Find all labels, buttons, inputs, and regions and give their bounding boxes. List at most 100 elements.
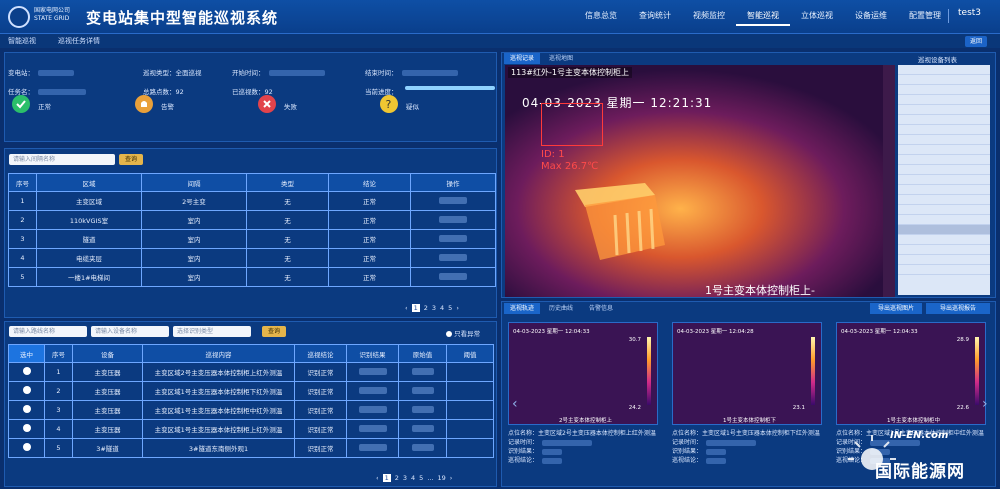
nav-smart-patrol[interactable]: 智能巡视	[736, 10, 790, 26]
export-report-button[interactable]: 导出巡视报告	[926, 303, 990, 314]
question-icon: ?	[380, 95, 398, 113]
row-action[interactable]	[410, 191, 496, 211]
nav-query-stats[interactable]: 查询统计	[628, 10, 682, 26]
table-row[interactable]: 1 主变区域 2号主变无正常	[8, 191, 496, 211]
table-row[interactable]: 3 隧道 室内无正常	[8, 229, 496, 249]
next-page-icon[interactable]: ›	[450, 474, 453, 482]
tab-patrol-map[interactable]: 巡视地图	[543, 53, 579, 64]
tab-patrol-track[interactable]: 巡视轨迹	[504, 303, 540, 314]
row-action[interactable]	[410, 210, 496, 230]
list-item[interactable]	[898, 205, 990, 215]
start-time-field: 开始时间：	[232, 67, 325, 77]
table-row[interactable]: 2 110kVGIS室 室内无正常	[8, 210, 496, 230]
table-row[interactable]: 1 主变压器 主变区域2号主变压器本体控制柜上红外测温 识别正常	[8, 362, 494, 382]
back-button[interactable]: 返回	[965, 36, 987, 47]
col-header: 巡视结论	[294, 344, 347, 363]
nav-equipment-ops[interactable]: 设备运维	[844, 10, 898, 26]
list-item[interactable]	[898, 115, 990, 125]
export-images-button[interactable]: 导出巡视图片	[870, 303, 922, 314]
tab-alarm-info[interactable]: 告警信息	[583, 303, 619, 314]
list-item[interactable]	[898, 85, 990, 95]
table-row[interactable]: 5 一楼1#电梯间 室内无正常	[8, 267, 496, 287]
table-row[interactable]: 5 3#隧道 3#隧道东南侧外观1 识别正常	[8, 438, 494, 458]
list-item[interactable]	[898, 65, 990, 75]
row-action[interactable]	[410, 248, 496, 268]
point-query-button[interactable]: 查询	[262, 326, 286, 337]
divider	[948, 9, 949, 23]
row-action[interactable]	[410, 267, 496, 287]
breadcrumb-bar: 智能巡视 巡视任务详情 返回	[0, 34, 1000, 48]
row-select-radio[interactable]	[8, 400, 45, 420]
page-button[interactable]: 2	[424, 304, 428, 312]
next-page-icon[interactable]: ›	[456, 304, 459, 312]
list-item[interactable]	[898, 215, 990, 225]
list-item-selected[interactable]	[898, 225, 990, 235]
page-ellipsis: ...	[427, 474, 434, 482]
table-row[interactable]: 4 电缆夹层 室内无正常	[8, 248, 496, 268]
breadcrumb-task-detail[interactable]: 巡视任务详情	[58, 36, 100, 46]
list-item[interactable]	[898, 255, 990, 265]
carousel-prev-icon[interactable]: ‹	[512, 396, 518, 412]
col-header: 巡视内容	[142, 344, 295, 363]
check-icon	[12, 95, 30, 113]
nav-3d-patrol[interactable]: 立体巡视	[790, 10, 844, 26]
history-thumbnail-3[interactable]: 04-03-2023 星期一 12:04:33 28.9 22.6 1号主变本体…	[836, 322, 986, 425]
tab-patrol-record[interactable]: 巡视记录	[504, 53, 540, 64]
user-menu[interactable]: test3	[958, 8, 981, 18]
row-select-radio[interactable]	[8, 362, 45, 382]
nav-overview[interactable]: 信息总览	[574, 10, 628, 26]
list-item[interactable]	[898, 235, 990, 245]
history-thumbnail-2[interactable]: 04-03-2023 星期一 12:04:28 23.1 1号主变本体控制柜下	[672, 322, 822, 425]
abnormal-only-toggle[interactable]: 只看异常	[446, 328, 480, 338]
carousel-next-icon[interactable]: ›	[982, 396, 988, 412]
list-item[interactable]	[898, 155, 990, 165]
row-select-radio[interactable]	[8, 438, 45, 458]
list-item[interactable]	[898, 175, 990, 185]
prev-page-icon[interactable]: ‹	[376, 474, 379, 482]
list-item[interactable]	[898, 125, 990, 135]
list-item[interactable]	[898, 105, 990, 115]
page-button[interactable]: 19	[438, 474, 446, 482]
page-button[interactable]: 1	[411, 304, 420, 312]
list-item[interactable]	[898, 185, 990, 195]
row-select-radio[interactable]	[8, 381, 45, 401]
interval-query-button[interactable]: 查询	[119, 154, 143, 165]
page-button[interactable]: 5	[448, 304, 452, 312]
page-button[interactable]: 1	[382, 474, 391, 482]
page-button[interactable]: 4	[440, 304, 444, 312]
page-button[interactable]: 5	[419, 474, 423, 482]
video-title: 113#红外-1号主变本体控制柜上	[508, 67, 632, 78]
nav-video-monitor[interactable]: 视频监控	[682, 10, 736, 26]
list-item[interactable]	[898, 165, 990, 175]
page-button[interactable]: 4	[411, 474, 415, 482]
page-button[interactable]: 3	[403, 474, 407, 482]
list-item[interactable]	[898, 145, 990, 155]
recognition-type-select[interactable]: 选择识别类型	[173, 326, 251, 337]
device-list-title: 巡视设备列表	[918, 56, 957, 64]
col-header: 间隔	[141, 173, 247, 192]
nav-config[interactable]: 配置管理	[898, 10, 952, 26]
breadcrumb-smart-patrol[interactable]: 智能巡视	[8, 36, 36, 46]
history-thumbnail-1[interactable]: 04-03-2023 星期一 12:04:33 30.7 24.2 2号主变本体…	[508, 322, 658, 425]
page-button[interactable]: 3	[432, 304, 436, 312]
list-item[interactable]	[898, 265, 990, 275]
list-item[interactable]	[898, 75, 990, 85]
row-action[interactable]	[410, 229, 496, 249]
table-row[interactable]: 3 主变压器 主变区域1号主变压器本体控制柜中红外测温 识别正常	[8, 400, 494, 420]
list-item[interactable]	[898, 95, 990, 105]
tab-history-curve[interactable]: 历史曲线	[543, 303, 579, 314]
stat-suspect-label: 疑似	[406, 103, 419, 111]
device-list[interactable]	[898, 65, 990, 295]
row-select-radio[interactable]	[8, 419, 45, 439]
stat-normal-label: 正常	[38, 103, 51, 111]
list-item[interactable]	[898, 245, 990, 255]
route-search-input[interactable]: 请输入路线名称	[9, 326, 87, 337]
list-item[interactable]	[898, 135, 990, 145]
interval-search-input[interactable]: 请输入间隔名称	[9, 154, 115, 165]
table-row[interactable]: 2 主变压器 主变区域1号主变压器本体控制柜下红外测温 识别正常	[8, 381, 494, 401]
device-search-input[interactable]: 请输入设备名称	[91, 326, 169, 337]
page-button[interactable]: 2	[395, 474, 399, 482]
prev-page-icon[interactable]: ‹	[405, 304, 408, 312]
list-item[interactable]	[898, 195, 990, 205]
table-row[interactable]: 4 主变压器 主变区域1号主变压器本体控制柜上红外测温 识别正常	[8, 419, 494, 439]
